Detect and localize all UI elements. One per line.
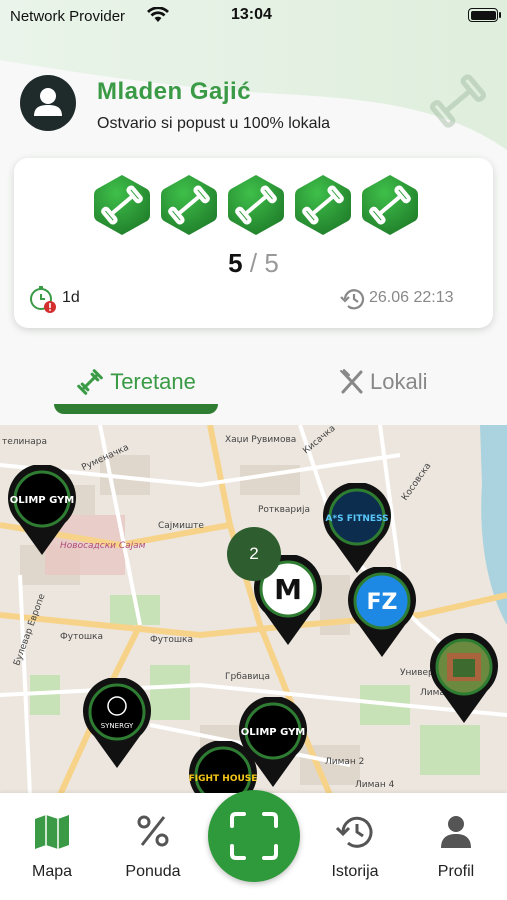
map-view[interactable]: телинара Руменачка Хаџи Рувимова Кисачка… (0, 425, 507, 795)
gym-pin-as-fitness[interactable]: A*S FITNESS (320, 483, 394, 575)
dumbbell-icon (77, 369, 104, 395)
status-bar: Network Provider 13:04 (0, 0, 507, 34)
pin-label: FIGHT HOUSE (189, 774, 258, 784)
pin-label: FZ (367, 590, 398, 615)
timer-value: 1d (62, 289, 80, 306)
carrier-label: Network Provider (10, 8, 126, 25)
dumbbell-icon (429, 74, 487, 128)
tab-gyms[interactable]: Teretane (56, 362, 216, 402)
pin-label: M (274, 573, 302, 606)
map-cluster[interactable]: 2 (227, 527, 281, 581)
gym-pin-fight-house[interactable]: FIGHT HOUSE (186, 741, 260, 795)
nav-profile-label: Profil (437, 863, 475, 880)
percent-icon (137, 815, 169, 847)
battery-tip (499, 12, 501, 18)
cutlery-icon (340, 369, 363, 394)
clock: 13:04 (231, 6, 272, 23)
user-icon (34, 88, 62, 116)
scan-icon (230, 812, 278, 860)
tab-locals-label: Lokali (370, 369, 428, 394)
nav-history[interactable]: Istorija (310, 793, 400, 893)
gym-pin-photo[interactable] (427, 633, 501, 725)
nav-map[interactable]: Mapa (7, 793, 97, 893)
person-icon (441, 816, 471, 848)
dumbbell-icon (294, 173, 352, 237)
street-label: Сајмиште (158, 521, 204, 531)
dumbbell-icon (361, 173, 419, 237)
history-icon (335, 816, 373, 848)
street-label: Футошка (60, 632, 104, 642)
last-visit: 26.06 22:13 (369, 289, 454, 306)
nav-offers[interactable]: Ponuda (108, 793, 198, 893)
timer-icon (30, 286, 56, 313)
visit-badges (93, 173, 419, 237)
avatar[interactable] (20, 75, 76, 131)
map-icon (35, 815, 69, 849)
nav-profile[interactable]: Profil (411, 793, 501, 893)
dumbbell-icon (227, 173, 285, 237)
gym-pin-synergy[interactable]: SYNERGY (80, 678, 154, 770)
street-label: Хаџи Рувимова (225, 435, 297, 445)
tab-gyms-label: Teretane (110, 369, 196, 394)
visit-count: 5 / 5 (14, 248, 493, 279)
user-subtitle: Ostvario si popust u 100% lokala (97, 115, 331, 132)
visits-card: 5 / 5 1d 26.06 22:13 (14, 158, 493, 328)
tab-locals[interactable]: Lokali (338, 362, 458, 402)
gym-pin-fz[interactable]: FZ (345, 567, 419, 659)
gym-pin-olimp[interactable]: OLIMP GYM (5, 465, 79, 557)
history-icon (340, 289, 365, 310)
user-name: Mladen Gajić (97, 78, 252, 105)
scan-button[interactable] (208, 790, 300, 882)
street-label: Футошка (150, 635, 194, 645)
visits-separator: / (249, 248, 258, 278)
nav-offers-label: Ponuda (125, 863, 181, 880)
wifi-icon (147, 7, 169, 22)
pin-label: A*S FITNESS (325, 514, 388, 524)
street-label: телинара (2, 437, 48, 447)
pin-label: SYNERGY (101, 722, 134, 730)
pin-label: OLIMP GYM (10, 495, 75, 506)
visits-total: 5 (264, 248, 279, 278)
battery-icon (468, 8, 498, 22)
pin-label: OLIMP GYM (241, 727, 306, 738)
dumbbell-icon (160, 173, 218, 237)
nav-history-label: Istorija (331, 863, 379, 880)
street-label: Ротквaрија (258, 505, 311, 515)
street-label: Грбавица (225, 672, 271, 682)
visits-done: 5 (228, 248, 243, 278)
street-label: Лиман 4 (355, 780, 395, 790)
tab-active-indicator (54, 404, 218, 414)
nav-map-label: Mapa (31, 863, 73, 880)
dumbbell-icon (93, 173, 151, 237)
street-label: Лиман 2 (325, 757, 365, 767)
